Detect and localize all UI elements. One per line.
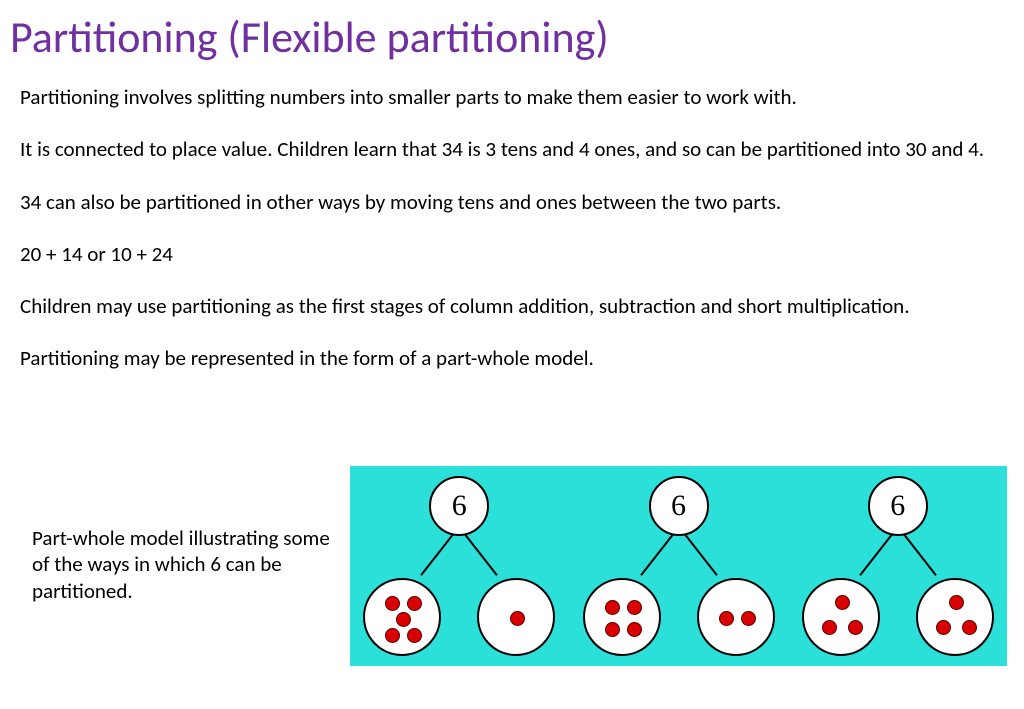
page-title: Partitioning (Flexible partitioning) — [0, 0, 1024, 64]
part-whole-diagram: 6 6 6 — [350, 466, 1007, 666]
dot-icon — [627, 600, 642, 615]
dot-icon — [936, 620, 951, 635]
dot-icon — [385, 628, 400, 643]
body-text: Partitioning involves splitting numbers … — [0, 64, 1024, 372]
part-whole-model-1: 6 — [349, 466, 569, 666]
paragraph-2: It is connected to place value. Children… — [20, 136, 1004, 162]
part-circle-left — [583, 578, 661, 656]
dot-icon — [605, 622, 620, 637]
diagram-caption: Part-whole model illustrating some of th… — [32, 525, 332, 604]
dot-icon — [407, 596, 422, 611]
part-circle-right — [697, 578, 775, 656]
whole-circle: 6 — [429, 476, 489, 536]
part-circle-left — [802, 578, 880, 656]
dot-icon — [407, 628, 422, 643]
dot-icon — [510, 611, 525, 626]
paragraph-3: 34 can also be partitioned in other ways… — [20, 189, 1004, 215]
dot-icon — [822, 620, 837, 635]
dot-icon — [949, 595, 964, 610]
dot-icon — [605, 600, 620, 615]
dot-icon — [962, 620, 977, 635]
dot-icon — [385, 596, 400, 611]
whole-circle: 6 — [868, 476, 928, 536]
dot-icon — [719, 611, 734, 626]
whole-circle: 6 — [649, 476, 709, 536]
part-whole-model-3: 6 — [788, 466, 1008, 666]
dot-icon — [741, 611, 756, 626]
part-whole-model-2: 6 — [569, 466, 789, 666]
dot-icon — [848, 620, 863, 635]
paragraph-5: Children may use partitioning as the fir… — [20, 293, 1004, 319]
dot-icon — [627, 622, 642, 637]
part-circle-left — [363, 578, 441, 656]
dot-icon — [396, 612, 411, 627]
paragraph-4: 20 + 14 or 10 + 24 — [20, 241, 1004, 267]
paragraph-1: Partitioning involves splitting numbers … — [20, 84, 1004, 110]
paragraph-6: Partitioning may be represented in the f… — [20, 345, 1004, 371]
dot-icon — [835, 595, 850, 610]
part-circle-right — [477, 578, 555, 656]
part-circle-right — [916, 578, 994, 656]
